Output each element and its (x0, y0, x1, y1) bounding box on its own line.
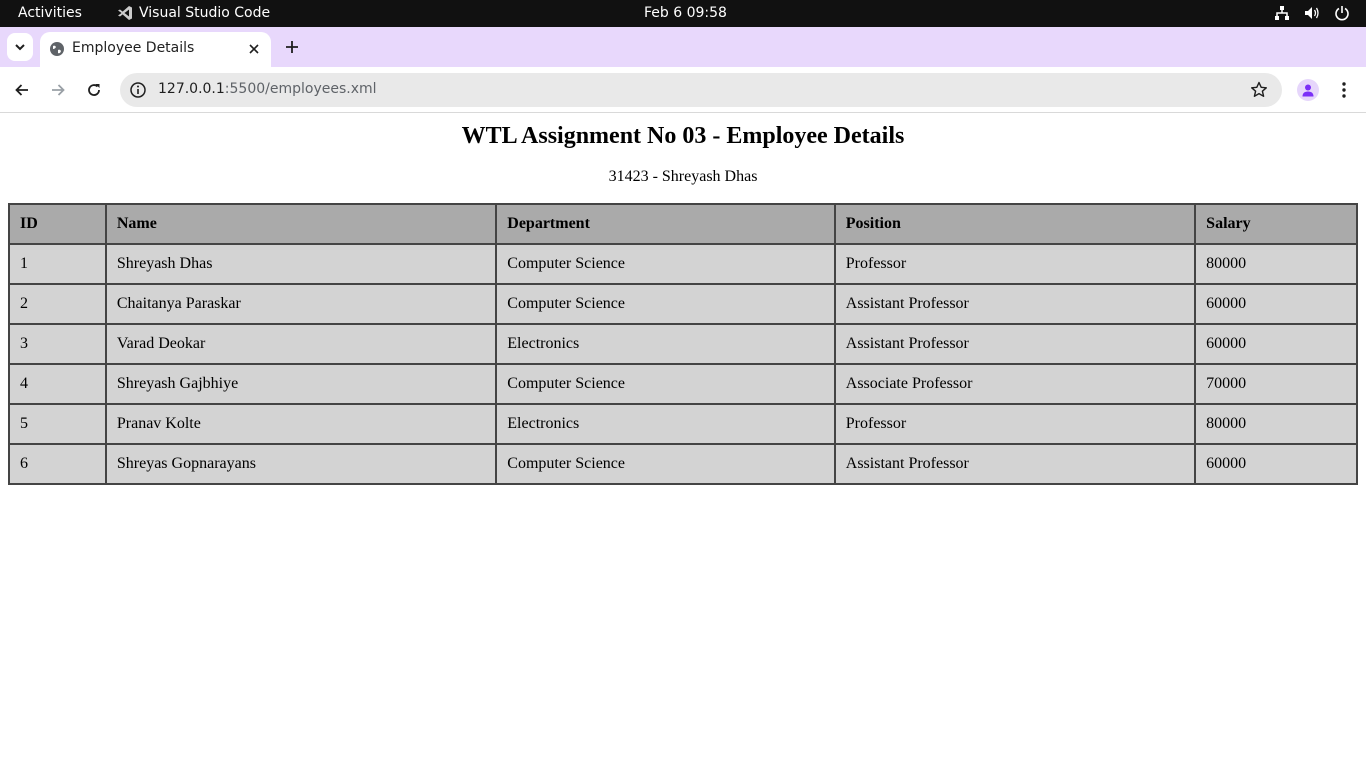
tab-title: Employee Details (72, 40, 195, 56)
app-name: Visual Studio Code (139, 5, 271, 21)
cell-salary: 80000 (1194, 403, 1358, 445)
column-header-department: Department (495, 203, 836, 245)
cell-id: 5 (8, 403, 107, 445)
address-bar[interactable]: 127.0.0.1:5500/employees.xml (120, 73, 1282, 107)
network-icon (1275, 6, 1289, 20)
table-row: 1 Shreyash Dhas Computer Science Profess… (8, 243, 1358, 285)
table-row: 4 Shreyash Gajbhiye Computer Science Ass… (8, 363, 1358, 405)
url-host: 127.0.0.1 (158, 81, 225, 97)
tab-search-button[interactable] (7, 33, 33, 61)
cell-department: Computer Science (495, 283, 836, 325)
column-header-salary: Salary (1194, 203, 1358, 245)
cell-salary: 60000 (1194, 443, 1358, 485)
page-title: WTL Assignment No 03 - Employee Details (461, 123, 905, 149)
tab-employee-details[interactable]: Employee Details (40, 32, 271, 67)
close-tab-button[interactable] (246, 41, 262, 57)
arrow-right-icon (52, 84, 65, 96)
info-icon[interactable] (129, 81, 147, 99)
cell-name: Shreyas Gopnarayans (104, 443, 498, 485)
table-row: 3 Varad Deokar Electronics Assistant Pro… (8, 323, 1358, 365)
employee-table: ID Name Department Position Salary 1 Shr… (8, 203, 1358, 485)
cell-id: 3 (8, 323, 107, 365)
plus-icon (286, 41, 298, 53)
system-tray[interactable] (1274, 5, 1350, 21)
cell-position: Professor (833, 243, 1197, 285)
close-icon (249, 44, 259, 54)
column-header-position: Position (833, 203, 1197, 245)
person-icon (1302, 84, 1314, 97)
new-tab-button[interactable] (282, 37, 302, 57)
profile-button[interactable] (1297, 79, 1319, 101)
back-button[interactable] (11, 79, 33, 101)
page-content: WTL Assignment No 03 - Employee Details … (0, 114, 1366, 768)
column-header-id: ID (8, 203, 107, 245)
chevron-down-icon (15, 44, 25, 51)
cell-department: Computer Science (495, 443, 836, 485)
cell-id: 2 (8, 283, 107, 325)
reload-icon (88, 84, 100, 96)
clock[interactable]: Feb 6 09:58 (644, 5, 727, 21)
cell-id: 6 (8, 443, 107, 485)
reload-button[interactable] (83, 79, 105, 101)
cell-position: Professor (833, 403, 1197, 445)
cell-id: 1 (8, 243, 107, 285)
cell-salary: 70000 (1194, 363, 1358, 405)
power-icon (1335, 6, 1349, 21)
url-path: :5500/employees.xml (224, 81, 377, 97)
cell-name: Shreyash Gajbhiye (104, 363, 498, 405)
cell-position: Assistant Professor (833, 323, 1197, 365)
cell-department: Electronics (495, 323, 836, 365)
browser-menu-button[interactable] (1334, 79, 1354, 101)
app-menu[interactable]: Visual Studio Code (117, 5, 270, 21)
arrow-left-icon (15, 84, 28, 96)
volume-icon (1305, 7, 1319, 19)
table-row: 6 Shreyas Gopnarayans Computer Science A… (8, 443, 1358, 485)
cell-name: Chaitanya Paraskar (104, 283, 498, 325)
cell-salary: 60000 (1194, 283, 1358, 325)
cell-department: Computer Science (495, 243, 836, 285)
cell-salary: 80000 (1194, 243, 1358, 285)
cell-position: Associate Professor (833, 363, 1197, 405)
more-vertical-icon (1342, 82, 1346, 98)
system-top-bar: Activities Visual Studio Code Feb 6 09:5… (0, 0, 1366, 27)
cell-name: Shreyash Dhas (104, 243, 498, 285)
browser-toolbar: 127.0.0.1:5500/employees.xml (0, 67, 1366, 113)
page-subtitle: 31423 - Shreyash Dhas (608, 168, 758, 185)
activities-button[interactable]: Activities (18, 5, 82, 21)
table-row: 5 Pranav Kolte Electronics Professor 800… (8, 403, 1358, 445)
cell-id: 4 (8, 363, 107, 405)
cell-department: Computer Science (495, 363, 836, 405)
cell-name: Varad Deokar (104, 323, 498, 365)
table-header-row: ID Name Department Position Salary (8, 203, 1358, 245)
column-header-name: Name (104, 203, 498, 245)
cell-position: Assistant Professor (833, 283, 1197, 325)
forward-button[interactable] (47, 79, 69, 101)
cell-position: Assistant Professor (833, 443, 1197, 485)
globe-icon (50, 42, 64, 56)
tab-strip: Employee Details (0, 27, 1366, 67)
star-icon[interactable] (1250, 81, 1268, 99)
vscode-icon (118, 6, 132, 20)
url-text: 127.0.0.1:5500/employees.xml (158, 81, 377, 97)
table-row: 2 Chaitanya Paraskar Computer Science As… (8, 283, 1358, 325)
cell-department: Electronics (495, 403, 836, 445)
cell-salary: 60000 (1194, 323, 1358, 365)
cell-name: Pranav Kolte (104, 403, 498, 445)
